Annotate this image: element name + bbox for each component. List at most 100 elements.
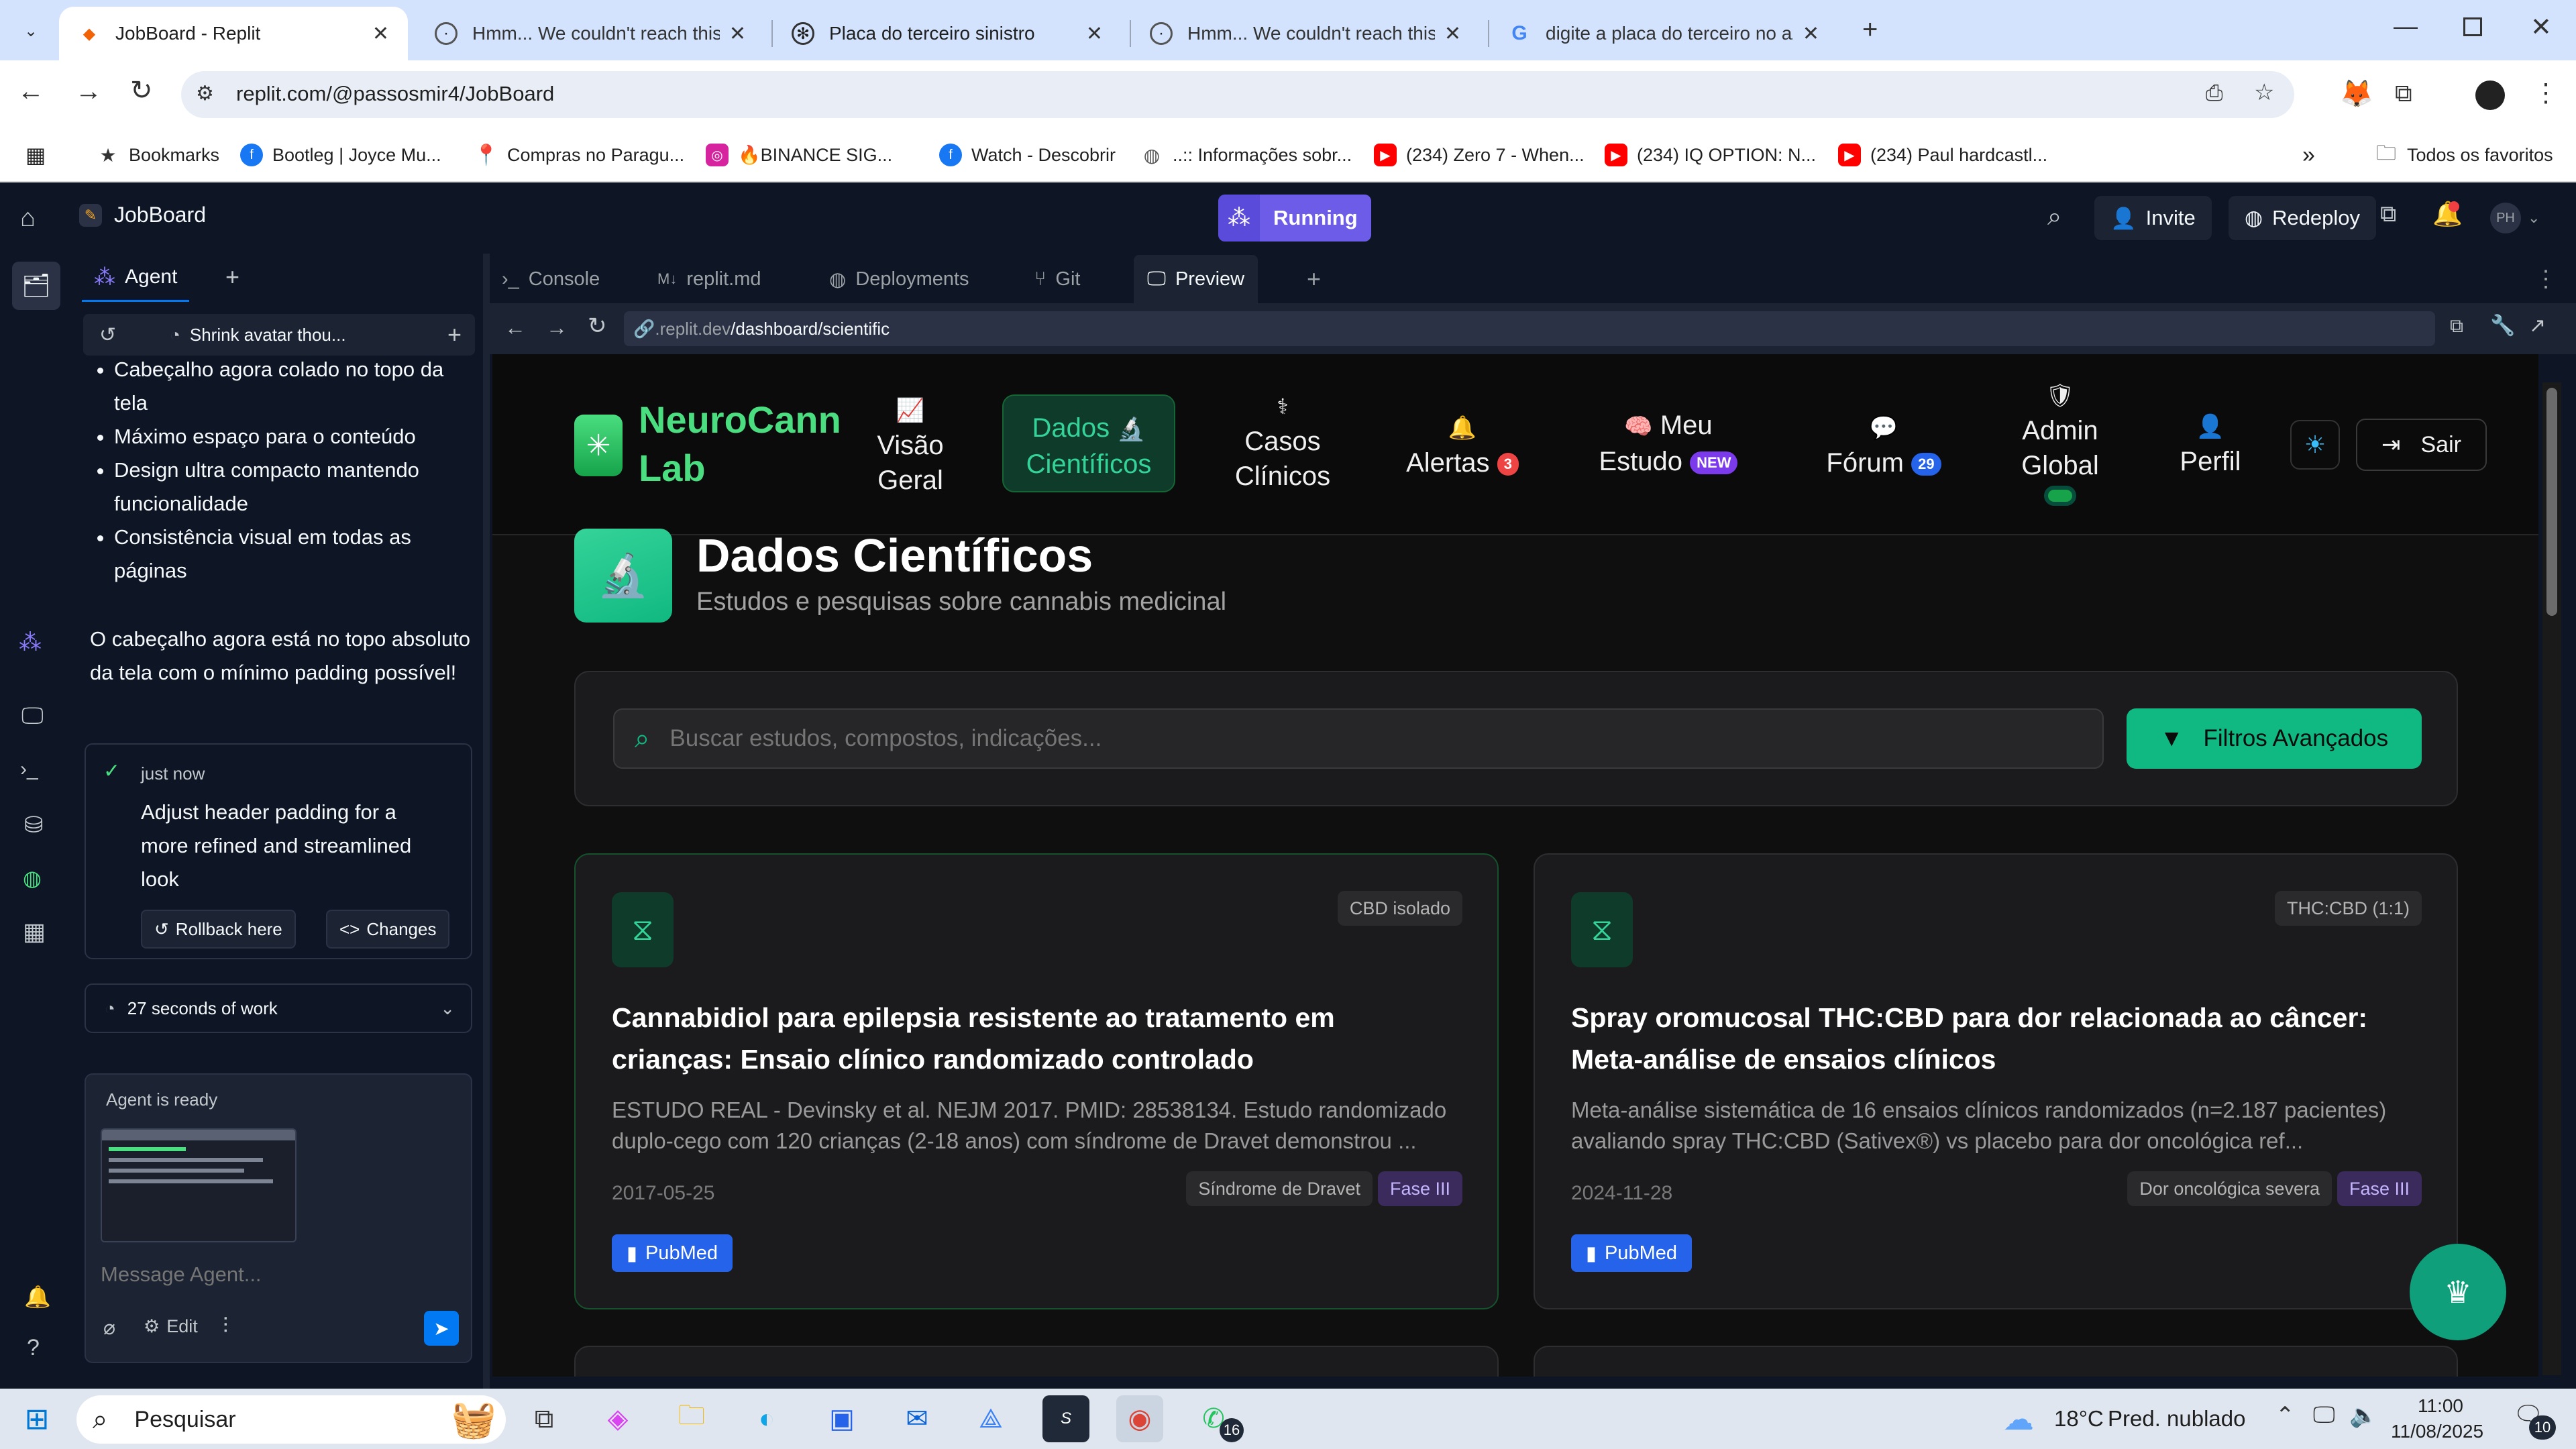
browser-tab-2[interactable]: · Hmm... We couldn't reach this a ✕ — [416, 7, 765, 60]
all-tools-icon[interactable]: ▦ — [23, 918, 46, 946]
restore-window-icon[interactable] — [2463, 17, 2482, 36]
new-tab-plus-icon[interactable]: + — [225, 263, 239, 291]
task-view-icon[interactable]: ⧉ — [521, 1395, 568, 1442]
omnibox[interactable]: ⚙ replit.com/@passosmir4/JobBoard ⎙ ☆ — [181, 71, 2294, 118]
nav-forum[interactable]: 💬 Fórum 29 — [1817, 411, 1951, 480]
tab-agent[interactable]: ⁂ Agent — [82, 254, 190, 302]
user-avatar[interactable]: PH ⌄ — [2490, 203, 2540, 233]
bookmark-item[interactable]: ▶ (234) Paul hardcastl... — [1838, 138, 2047, 172]
preview-url-bar[interactable]: 🔗 .replit.dev /dashboard/scientific — [624, 311, 2435, 346]
agent-rail-icon[interactable]: ⁂ — [19, 629, 42, 656]
extensions-icon[interactable]: ⧉ — [2395, 79, 2412, 108]
add-pane-tab-icon[interactable]: + — [1307, 255, 1321, 303]
browser-tab-3[interactable]: ✻ Placa do terceiro sinistro ✕ — [773, 7, 1122, 60]
invite-button[interactable]: 👤 Invite — [2094, 196, 2212, 240]
nav-alertas[interactable]: 🔔 Alertas 3 — [1402, 411, 1523, 480]
all-bookmarks-folder[interactable]: 🗀 Todos os favoritos — [2375, 138, 2553, 172]
bookmark-item[interactable]: ▶ (234) Zero 7 - When... — [1374, 138, 1585, 172]
open-new-window-icon[interactable]: ↗ — [2529, 314, 2546, 337]
study-card[interactable] — [1534, 1346, 2458, 1377]
nav-casos-clinicos[interactable]: ⚕ Casos Clínicos — [1224, 389, 1342, 494]
study-card[interactable]: ⧖ THC:CBD (1:1) Spray oromucosal THC:CBD… — [1534, 853, 2458, 1309]
search-icon[interactable]: ⌕ — [2047, 203, 2061, 231]
bookmark-item[interactable]: f Bootleg | Joyce Mu... — [240, 138, 441, 172]
bookmark-item[interactable]: ◍..:: Informações sobr... — [1140, 138, 1352, 172]
weather-icon[interactable]: ☁ — [2003, 1401, 2034, 1437]
redeploy-button[interactable]: ◍ Redeploy — [2229, 196, 2377, 240]
agent-message-input[interactable] — [101, 1256, 456, 1293]
close-tab-icon[interactable]: ✕ — [1444, 22, 1461, 46]
database-rail-icon[interactable]: ⛁ — [24, 812, 44, 839]
alert-icon[interactable]: 🔔 — [24, 1284, 51, 1309]
crown-fab-button[interactable]: ♛ — [2410, 1244, 2506, 1340]
send-button[interactable]: ➤ — [424, 1311, 459, 1346]
chrome-taskbar-icon[interactable]: ◉ — [1116, 1395, 1163, 1442]
copilot-icon[interactable]: ◈ — [594, 1395, 641, 1442]
run-status-button[interactable]: ⁂ Running — [1218, 195, 1371, 241]
close-window-icon[interactable]: ✕ — [2530, 12, 2552, 42]
nav-dados-cientificos[interactable]: Dados 🔬 Científicos — [1002, 394, 1175, 492]
files-icon[interactable]: 🗂 — [12, 262, 60, 310]
scrollbar-thumb[interactable] — [2546, 388, 2557, 616]
close-tab-icon[interactable]: ✕ — [1086, 22, 1103, 46]
search-field[interactable]: ⌕ — [613, 708, 2104, 769]
history-icon[interactable]: ↺ — [99, 323, 116, 347]
repl-title[interactable]: ✎ JobBoard — [79, 203, 206, 227]
tab-console[interactable]: ›_ Console — [502, 255, 600, 303]
clock-date[interactable]: 11/08/2025 — [2391, 1421, 2483, 1442]
deployments-rail-icon[interactable]: ◍ — [23, 865, 42, 891]
bookmark-item[interactable]: ▶ (234) IQ OPTION: N... — [1605, 138, 1816, 172]
multiplayer-icon[interactable]: ⧉ — [2380, 201, 2396, 227]
bookmark-item[interactable]: ★ Bookmarks — [97, 138, 219, 172]
browser-tab-5[interactable]: G digite a placa do terceiro no az ✕ — [1489, 7, 1838, 60]
stake-app-icon[interactable]: S — [1042, 1395, 1089, 1442]
install-app-icon[interactable]: ⎙ — [2206, 80, 2223, 106]
logout-button[interactable]: ⇥ Sair — [2356, 419, 2487, 471]
weather-description[interactable]: Pred. nublado — [2108, 1406, 2246, 1432]
search-input[interactable] — [669, 725, 2102, 752]
bookmark-item[interactable]: f Watch - Descobrir — [939, 138, 1116, 172]
screenshot-attachment-thumbnail[interactable] — [101, 1128, 297, 1242]
vpn-app-icon[interactable]: ⟁ — [967, 1395, 1014, 1442]
reload-icon[interactable]: ↻ — [130, 75, 153, 106]
brand-logo-icon[interactable]: ✳ — [574, 415, 623, 476]
nav-meu-estudo[interactable]: 🧠 Meu Estudo NEW — [1591, 408, 1746, 479]
pubmed-link-button[interactable]: ▮ PubMed — [1571, 1234, 1692, 1272]
taskbar-search[interactable]: ⌕ Pesquisar 🧺 — [76, 1395, 506, 1444]
rollback-button[interactable]: ↺ Rollback here — [141, 910, 296, 949]
study-title[interactable]: Spray oromucosal THC:CBD para dor relaci… — [1571, 997, 2416, 1080]
preview-forward-icon[interactable]: → — [546, 315, 568, 340]
brand-name[interactable]: NeuroCann Lab — [639, 396, 841, 492]
close-tab-icon[interactable]: ✕ — [1803, 22, 1819, 46]
pubmed-link-button[interactable]: ▮ PubMed — [612, 1234, 733, 1272]
tab-preview[interactable]: 🖵 Preview — [1134, 255, 1258, 303]
metamask-extension-icon[interactable]: 🦊 — [2340, 78, 2373, 109]
bookmark-item[interactable]: 📍 Compras no Paragu... — [474, 138, 684, 172]
nav-visao-geral[interactable]: 📈 Visão Geral — [867, 393, 954, 498]
home-icon[interactable]: ⌂ — [20, 204, 36, 233]
preview-reload-icon[interactable]: ↻ — [588, 313, 607, 339]
file-explorer-icon[interactable]: 🗀 — [668, 1395, 715, 1442]
devices-icon[interactable]: ⧉ — [2450, 315, 2463, 337]
show-hidden-icons-chevron[interactable]: ⌃ — [2275, 1402, 2295, 1429]
close-tab-icon[interactable]: ✕ — [729, 22, 746, 46]
bookmark-star-icon[interactable]: ☆ — [2254, 79, 2274, 106]
edge-icon[interactable]: ◐ — [743, 1395, 790, 1442]
edit-mode-button[interactable]: ⚙ Edit — [144, 1316, 198, 1337]
agent-thread-bar[interactable]: ↺ ◔ Shrink avatar thou... + — [83, 314, 475, 356]
site-settings-icon[interactable]: ⚙ — [196, 82, 214, 105]
close-tab-icon[interactable]: ✕ — [372, 22, 389, 46]
preview-back-icon[interactable]: ← — [504, 315, 526, 340]
changes-button[interactable]: <> Changes — [326, 910, 450, 949]
preview-scrollbar[interactable] — [2542, 382, 2561, 1375]
shell-rail-icon[interactable]: ›_ — [20, 758, 38, 781]
apps-grid-icon[interactable]: ▦ — [25, 138, 46, 172]
study-card[interactable] — [574, 1346, 1499, 1377]
chrome-menu-icon[interactable]: ⋮ — [2533, 78, 2559, 108]
nav-perfil[interactable]: 👤 Perfil — [2167, 409, 2254, 479]
tab-git[interactable]: ⑂ Git — [1034, 255, 1080, 303]
clock-time[interactable]: 11:00 — [2418, 1395, 2463, 1417]
tab-readme[interactable]: M↓ replit.md — [657, 255, 761, 303]
network-icon[interactable]: 🖵 — [2313, 1402, 2335, 1428]
more-bookmarks-icon[interactable]: » — [2302, 138, 2315, 172]
